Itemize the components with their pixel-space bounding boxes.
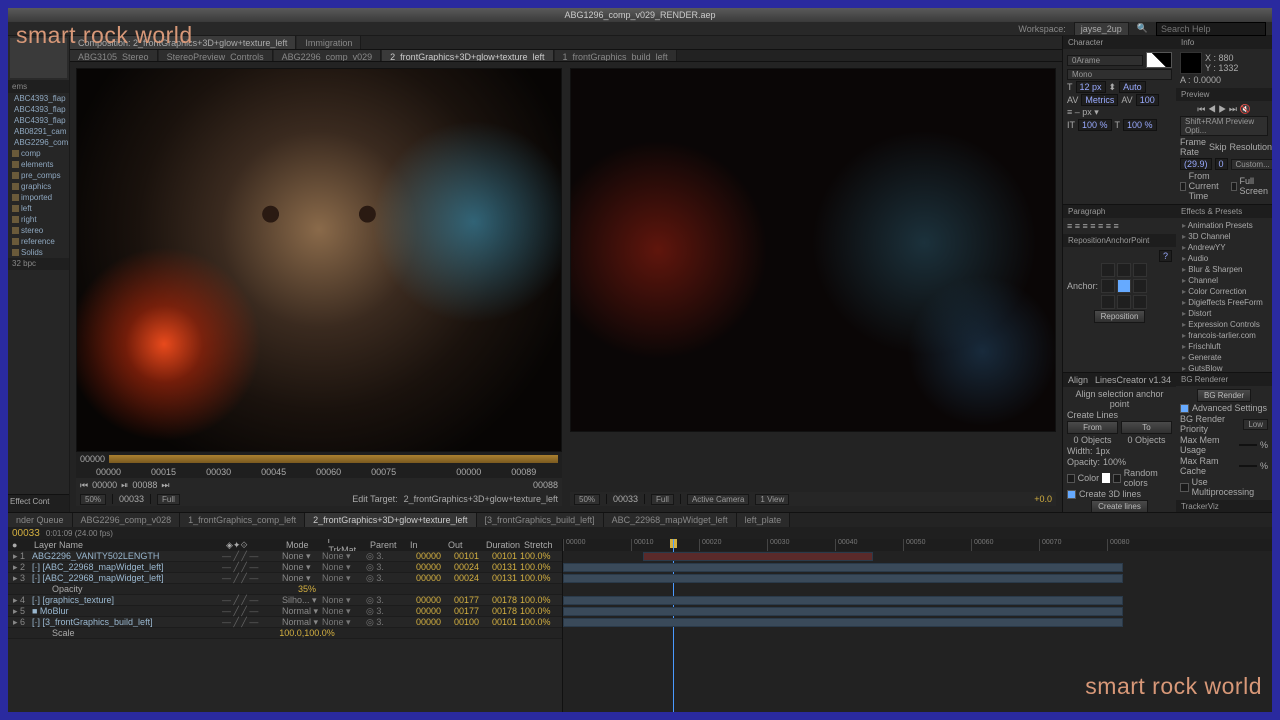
composition-breadcrumb: ABG3105_StereoStereoPreview_ControlsABG2… [70, 50, 1062, 62]
timeline-tab[interactable]: 2_frontGraphics+3D+glow+texture_left [305, 513, 476, 527]
timeline-tab[interactable]: ABC_22968_mapWidget_left [604, 513, 737, 527]
effect-category[interactable]: Animation Presets [1180, 220, 1268, 231]
viewer-left-status: 50% 00033 Full Edit Target: 2_frontGraph… [76, 492, 562, 506]
timeline-layer-row[interactable]: Scale100.0,100.0% [8, 628, 562, 639]
effect-category[interactable]: AndrewYY [1180, 242, 1268, 253]
effect-category[interactable]: 3D Channel [1180, 231, 1268, 242]
timeline-tracks[interactable]: 0000000010000200003000040000500006000070… [563, 539, 1272, 712]
composition-tab[interactable]: Composition: 2_frontGraphics+3D+glow+tex… [70, 36, 296, 49]
timeline-layer-row[interactable]: ▸ 6[·] [3_frontGraphics_build_left]— ╱ ╱… [8, 617, 562, 628]
reposition-button[interactable]: Reposition [1094, 310, 1146, 323]
search-help-input[interactable] [1156, 22, 1266, 36]
zoom-dropdown[interactable]: 50% [80, 494, 106, 505]
project-item[interactable]: pre_comps [8, 170, 69, 181]
reposition-panel-header[interactable]: RepositionAnchorPoint [1063, 234, 1176, 247]
right-panels: Character 0Arame Mono T 12 px ⬍ Auto AV … [1062, 36, 1272, 512]
font-style-dropdown[interactable]: Mono [1067, 69, 1172, 80]
project-item[interactable]: graphics [8, 181, 69, 192]
info-color-swatch [1180, 52, 1202, 74]
project-item[interactable]: stereo [8, 225, 69, 236]
project-item[interactable]: Solids [8, 247, 69, 258]
viewport-right[interactable] [570, 68, 1056, 432]
fill-stroke-swatch[interactable] [1146, 52, 1172, 68]
effect-controls-tab[interactable]: Effect Cont [8, 494, 69, 512]
paragraph-panel-header[interactable]: Paragraph [1063, 205, 1176, 218]
timeline-tab[interactable]: ABG2296_comp_v028 [73, 513, 181, 527]
character-panel-header[interactable]: Character [1063, 36, 1176, 49]
timeline-panel: nder QueueABG2296_comp_v0281_frontGraphi… [8, 512, 1272, 712]
effect-category[interactable]: Frischluft [1180, 341, 1268, 352]
effect-category[interactable]: Expression Controls [1180, 319, 1268, 330]
breadcrumb-item[interactable]: ABG2296_comp_v029 [274, 50, 382, 61]
timeline-layer-row[interactable]: ▸ 3[·] [ABC_22968_mapWidget_left]— ╱ ╱ —… [8, 573, 562, 584]
project-item[interactable]: elements [8, 159, 69, 170]
effect-category[interactable]: Audio [1180, 253, 1268, 264]
project-item[interactable]: left [8, 203, 69, 214]
viewer-right: 50% 00033 Full Active Camera 1 View +0.0 [570, 68, 1056, 506]
project-items-header: ems [8, 80, 69, 93]
effect-category[interactable]: GutsBlow [1180, 363, 1268, 372]
workspace-dropdown[interactable]: jayse_2up [1074, 22, 1129, 36]
trackerviz-header[interactable]: TrackerViz [1176, 500, 1272, 512]
effect-category[interactable]: Digieffects FreeForm [1180, 297, 1268, 308]
effect-category[interactable]: Channel [1180, 275, 1268, 286]
effect-category[interactable]: francois-tarlier.com [1180, 330, 1268, 341]
timeline-tab[interactable]: left_plate [737, 513, 791, 527]
effects-presets-header[interactable]: Effects & Presets [1176, 205, 1272, 218]
bg-render-button[interactable]: BG Render [1197, 389, 1251, 402]
project-item[interactable]: imported [8, 192, 69, 203]
breadcrumb-item[interactable]: StereoPreview_Controls [159, 50, 273, 61]
info-panel-header[interactable]: Info [1176, 36, 1272, 49]
anchor-grid[interactable] [1101, 263, 1147, 309]
tool-swatch[interactable] [10, 38, 67, 78]
project-item[interactable]: ABC4393_flap [8, 115, 69, 126]
bgrenderer-header[interactable]: BG Renderer [1176, 373, 1272, 386]
viewer-right-status: 50% 00033 Full Active Camera 1 View +0.0 [570, 492, 1056, 506]
view-dropdown[interactable]: 1 View [755, 494, 789, 505]
effect-category[interactable]: Blur & Sharpen [1180, 264, 1268, 275]
search-icon: 🔍 [1137, 23, 1148, 34]
timeline-layer-row[interactable]: ▸ 4[·] [graphics_texture]— ╱ ╱ —Silho...… [8, 595, 562, 606]
composition-area: Composition: 2_frontGraphics+3D+glow+tex… [70, 36, 1062, 512]
footage-start: 00000 [80, 454, 105, 464]
project-item[interactable]: comp [8, 148, 69, 159]
font-dropdown[interactable]: 0Arame [1067, 55, 1143, 66]
camera-dropdown[interactable]: Active Camera [687, 494, 749, 505]
viewport-left[interactable] [76, 68, 562, 452]
timeline-tab[interactable]: nder Queue [8, 513, 73, 527]
effect-category[interactable]: Color Correction [1180, 286, 1268, 297]
workspace-label: Workspace: [1018, 24, 1065, 34]
timeline-layer-row[interactable]: ▸ 1ABG2296_VANITY502LENGTH— ╱ ╱ —None ▾N… [8, 551, 562, 562]
project-bpc[interactable]: 32 bpc [8, 258, 69, 270]
viewer-left: 00000 000000001500030000450006000075 000… [76, 68, 562, 506]
composition-tab[interactable]: Immigration [297, 36, 361, 49]
breadcrumb-item[interactable]: 2_frontGraphics+3D+glow+texture_left [382, 50, 553, 61]
timeline-tab[interactable]: 1_frontGraphics_comp_left [180, 513, 305, 527]
timeline-tab[interactable]: [3_frontGraphics_build_left] [477, 513, 604, 527]
breadcrumb-item[interactable]: 1_frontGraphics_build_left [555, 50, 677, 61]
effect-category[interactable]: Distort [1180, 308, 1268, 319]
timeline-layer-row[interactable]: Opacity35% [8, 584, 562, 595]
project-item[interactable]: reference [8, 236, 69, 247]
top-menu-bar: Workspace: jayse_2up 🔍 [8, 22, 1272, 36]
project-item[interactable]: ABC4393_flap [8, 104, 69, 115]
timeline-layer-row[interactable]: ▸ 5■ MoBlur— ╱ ╱ —Normal ▾None ▾◎ 3.0000… [8, 606, 562, 617]
window-titlebar: ABG1296_comp_v029_RENDER.aep [8, 8, 1272, 22]
main-area: ems ABC4393_flapABC4393_flapABC4393_flap… [8, 36, 1272, 512]
composition-tabs: Composition: 2_frontGraphics+3D+glow+tex… [70, 36, 1062, 50]
project-item[interactable]: ABG2296_com [8, 137, 69, 148]
project-item[interactable]: ABC4393_flap [8, 93, 69, 104]
project-item[interactable]: right [8, 214, 69, 225]
project-item[interactable]: AB08291_cam [8, 126, 69, 137]
breadcrumb-item[interactable]: ABG3105_Stereo [70, 50, 158, 61]
effect-category[interactable]: Generate [1180, 352, 1268, 363]
current-frame[interactable]: 00033 [12, 528, 40, 539]
app-window: ABG1296_comp_v029_RENDER.aep Workspace: … [8, 8, 1272, 712]
project-panel: ems ABC4393_flapABC4393_flapABC4393_flap… [8, 36, 70, 512]
timeline-layer-row[interactable]: ▸ 2[·] [ABC_22968_mapWidget_left]— ╱ ╱ —… [8, 562, 562, 573]
preview-panel-header[interactable]: Preview [1176, 88, 1272, 101]
